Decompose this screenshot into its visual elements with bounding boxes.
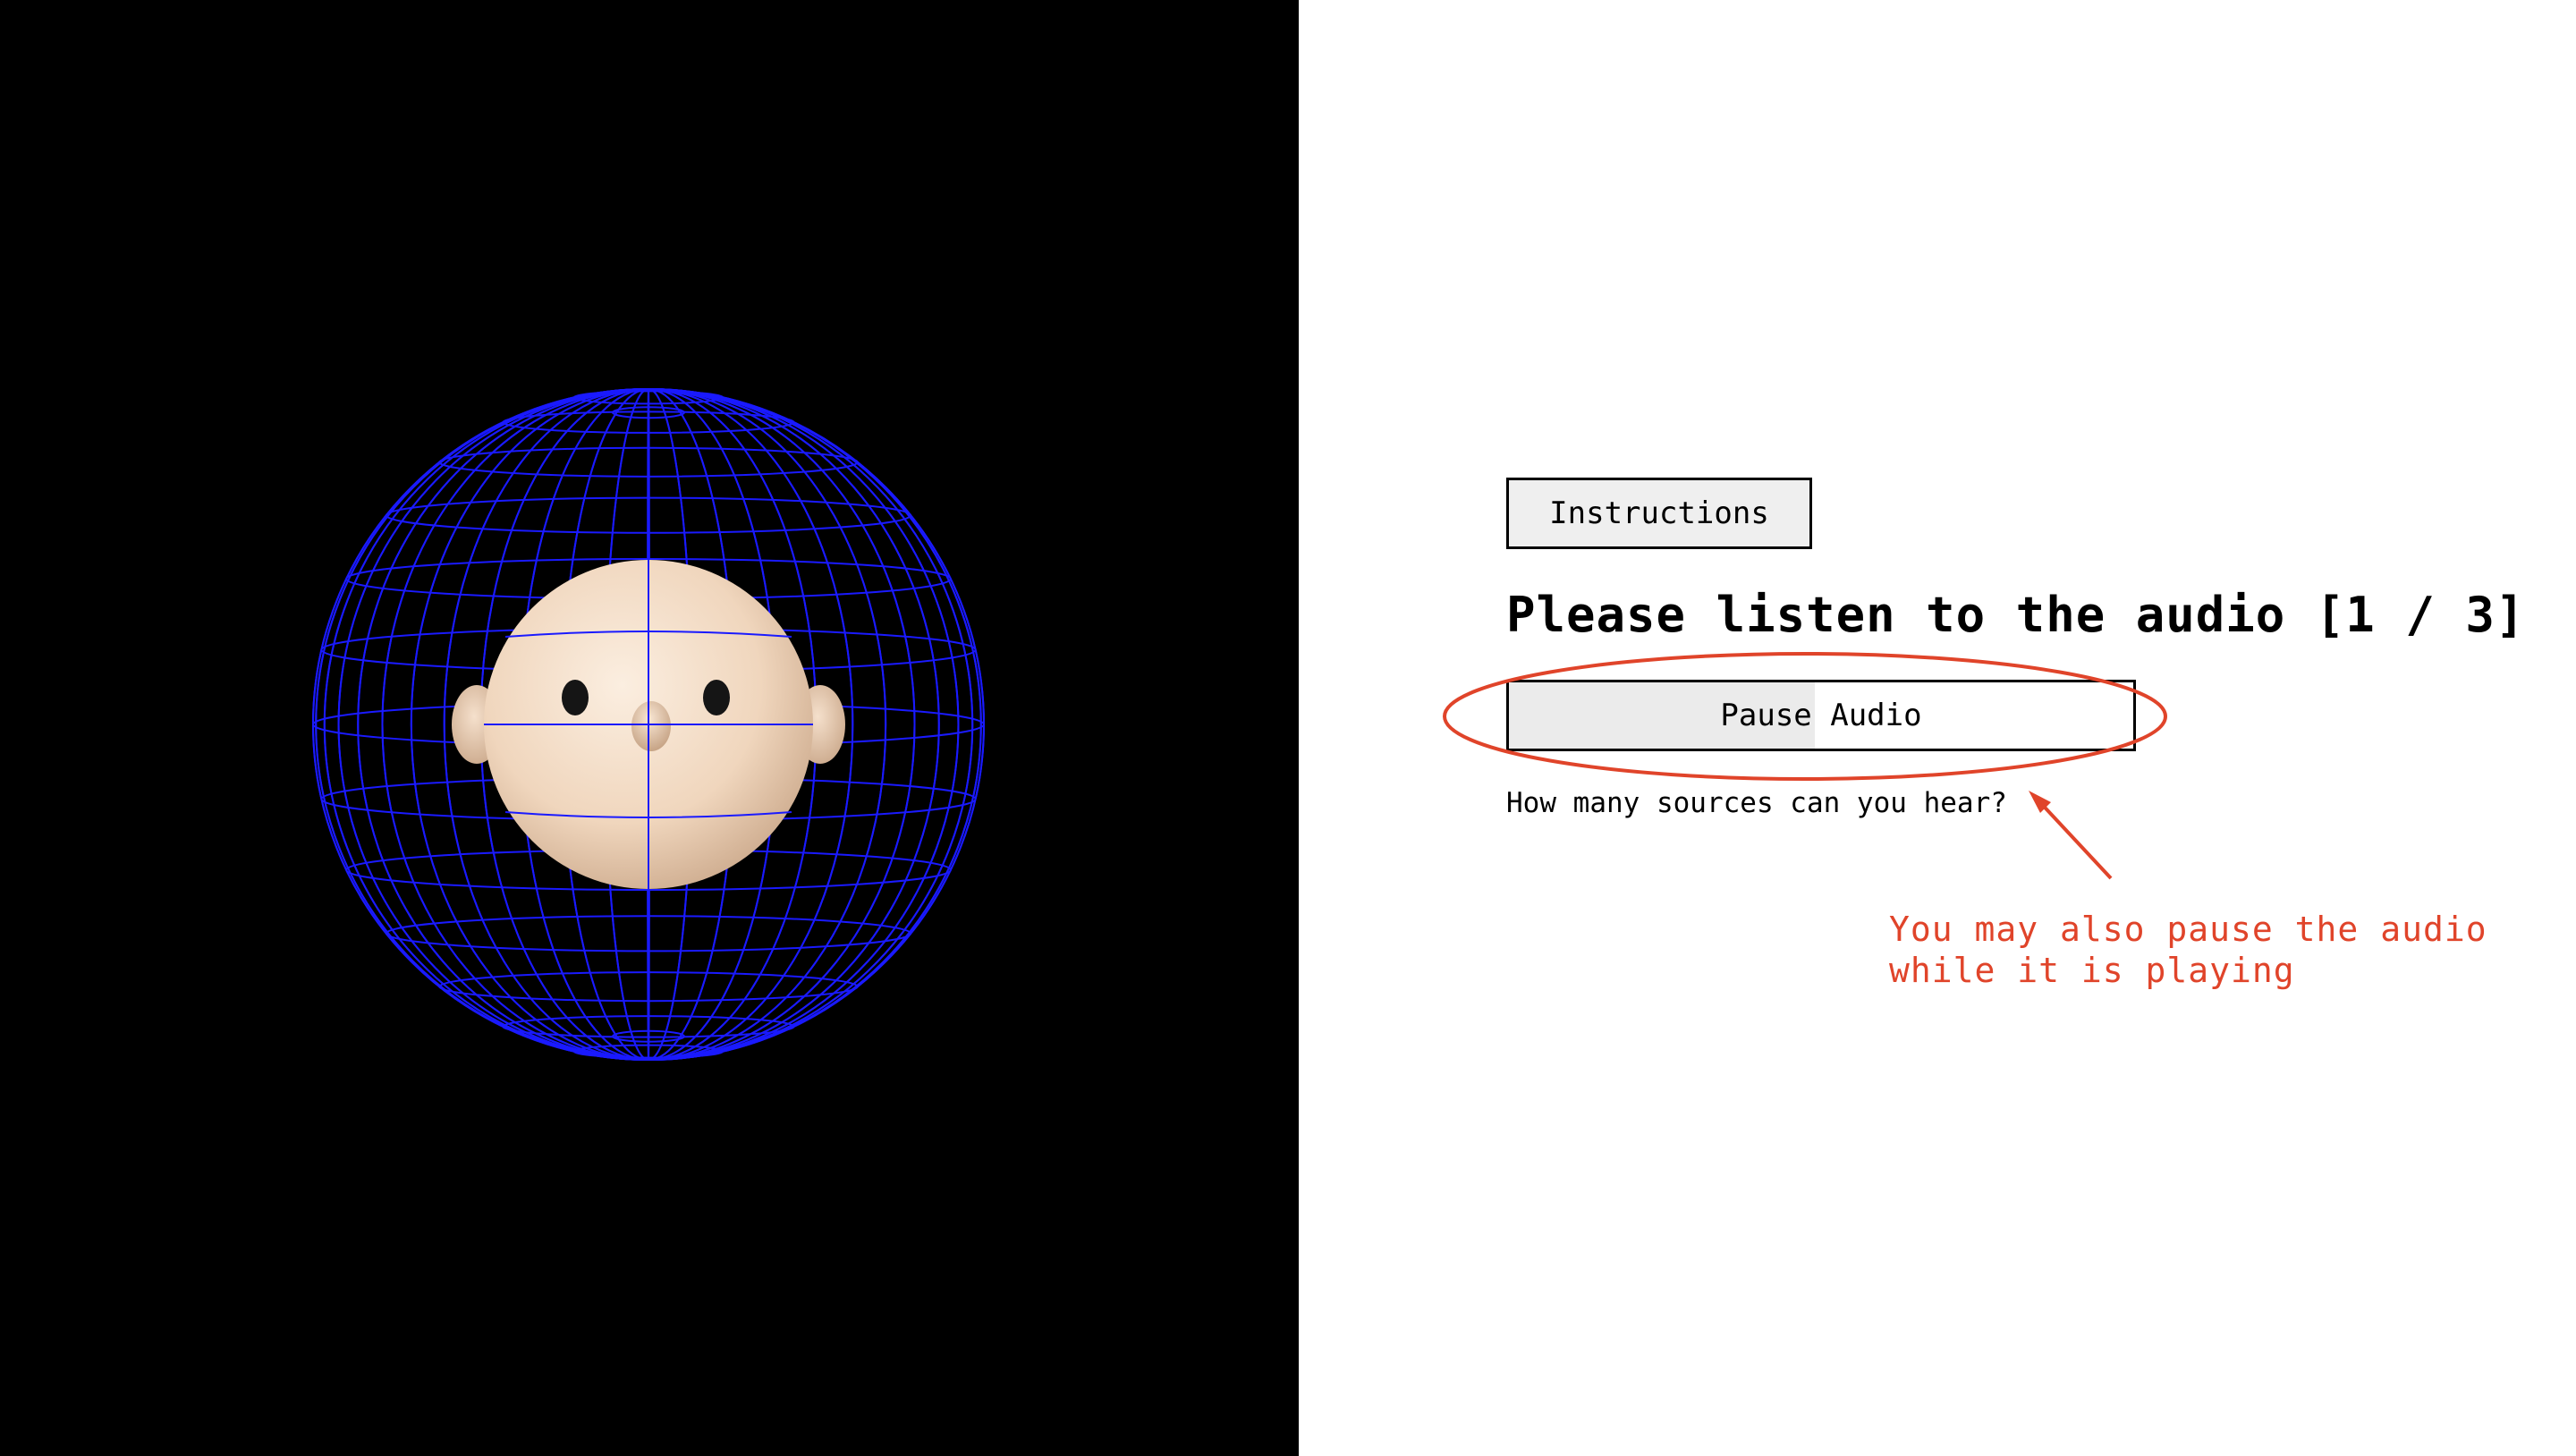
right-eye (703, 680, 730, 715)
page: Instructions Please listen to the audio … (0, 0, 2576, 1456)
3d-viewport[interactable] (0, 0, 1299, 1456)
nose (631, 701, 671, 751)
instructions-button[interactable]: Instructions (1506, 478, 1812, 549)
question-text: How many sources can you hear? (1506, 787, 2007, 819)
sphere-scene (312, 388, 985, 1061)
page-title: Please listen to the audio [1 / 3] (1506, 587, 2526, 643)
pause-audio-button[interactable]: Pause Audio (1506, 680, 2136, 751)
left-eye (562, 680, 589, 715)
annotation-note: You may also pause the audio while it is… (1889, 910, 2487, 990)
pause-audio-label: Pause Audio (1720, 698, 1922, 733)
